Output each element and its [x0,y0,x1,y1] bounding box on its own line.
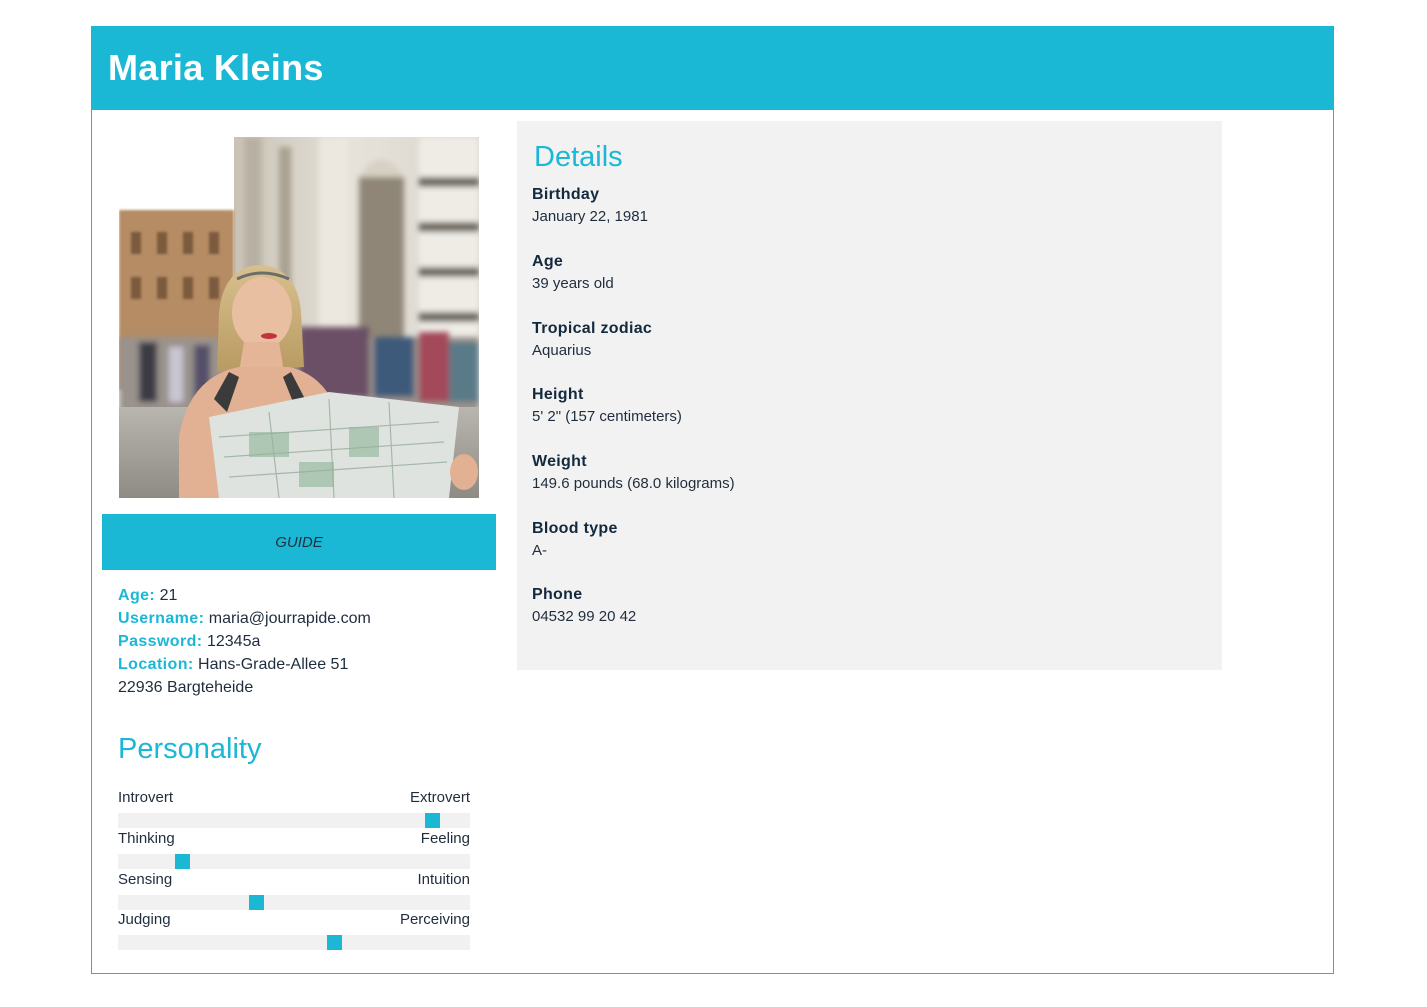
trait-track [118,895,470,910]
detail-blood-type: Blood type A- [532,519,1192,563]
detail-age: Age 39 years old [532,252,1192,296]
detail-label: Age [532,253,564,270]
trait-right-label: Perceiving [399,911,470,928]
detail-label: Weight [532,453,587,470]
profile-photo [119,137,479,498]
trait-marker [249,895,264,910]
age-label: Age: [118,587,156,604]
personality-title: Personality [118,733,262,765]
trait-judging-perceiving: Judging Perceiving [118,911,470,951]
trait-sensing-intuition: Sensing Intuition [118,871,470,911]
detail-value: Aquarius [532,342,592,359]
trait-introvert-extrovert: Introvert Extrovert [118,789,470,829]
detail-label: Blood type [532,520,618,537]
profile-card: Maria Kleins GUIDE Age: 21 Username: mar… [91,26,1334,974]
password-label: Password: [118,633,203,650]
trait-right-label: Feeling [420,830,470,847]
trait-track [118,854,470,869]
detail-value: 04532 99 20 42 [532,608,637,625]
location-line2: 22936 Bargteheide [118,679,254,696]
info-row-location-2: 22936 Bargteheide [118,676,488,699]
detail-label: Height [532,386,584,403]
trait-track [118,813,470,828]
location-label: Location: [118,656,194,673]
detail-label: Tropical zodiac [532,320,653,337]
trait-left-label: Sensing [118,871,173,888]
detail-value: 149.6 pounds (68.0 kilograms) [532,475,735,492]
trait-marker [425,813,440,828]
detail-value: 5' 2" (157 centimeters) [532,408,682,425]
detail-value: 39 years old [532,275,614,292]
detail-zodiac: Tropical zodiac Aquarius [532,319,1192,363]
trait-left-label: Judging [118,911,171,928]
trait-thinking-feeling: Thinking Feeling [118,830,470,870]
location-line1: Hans-Grade-Allee 51 [198,656,349,673]
detail-weight: Weight 149.6 pounds (68.0 kilograms) [532,452,1192,496]
trait-right-label: Intuition [417,871,470,888]
details-panel: Details Birthday January 22, 1981 Age 39… [517,121,1222,670]
detail-birthday: Birthday January 22, 1981 [532,185,1192,229]
trait-marker [175,854,190,869]
info-row-username: Username: maria@jourrapide.com [118,607,488,630]
trait-track [118,935,470,950]
trait-left-label: Thinking [118,830,175,847]
profile-photo-image [119,137,479,498]
detail-value: A- [532,542,547,559]
account-info: Age: 21 Username: maria@jourrapide.com P… [118,584,488,699]
role-banner: GUIDE [102,514,496,570]
detail-phone: Phone 04532 99 20 42 [532,585,1192,629]
profile-header: Maria Kleins [92,27,1333,110]
username-value: maria@jourrapide.com [208,610,371,627]
trait-left-label: Introvert [118,789,174,806]
username-label: Username: [118,610,205,627]
role-label: GUIDE [275,533,323,551]
trait-right-label: Extrovert [409,789,470,806]
profile-name: Maria Kleins [108,47,324,88]
detail-label: Phone [532,586,583,603]
detail-height: Height 5' 2" (157 centimeters) [532,385,1192,429]
details-title: Details [534,141,623,173]
password-value: 12345a [206,633,261,650]
trait-marker [327,935,342,950]
info-row-location: Location: Hans-Grade-Allee 51 [118,653,488,676]
info-row-password: Password: 12345a [118,630,488,653]
info-row-age: Age: 21 [118,584,488,607]
detail-label: Birthday [532,186,600,203]
age-value: 21 [159,587,178,604]
detail-value: January 22, 1981 [532,208,648,225]
